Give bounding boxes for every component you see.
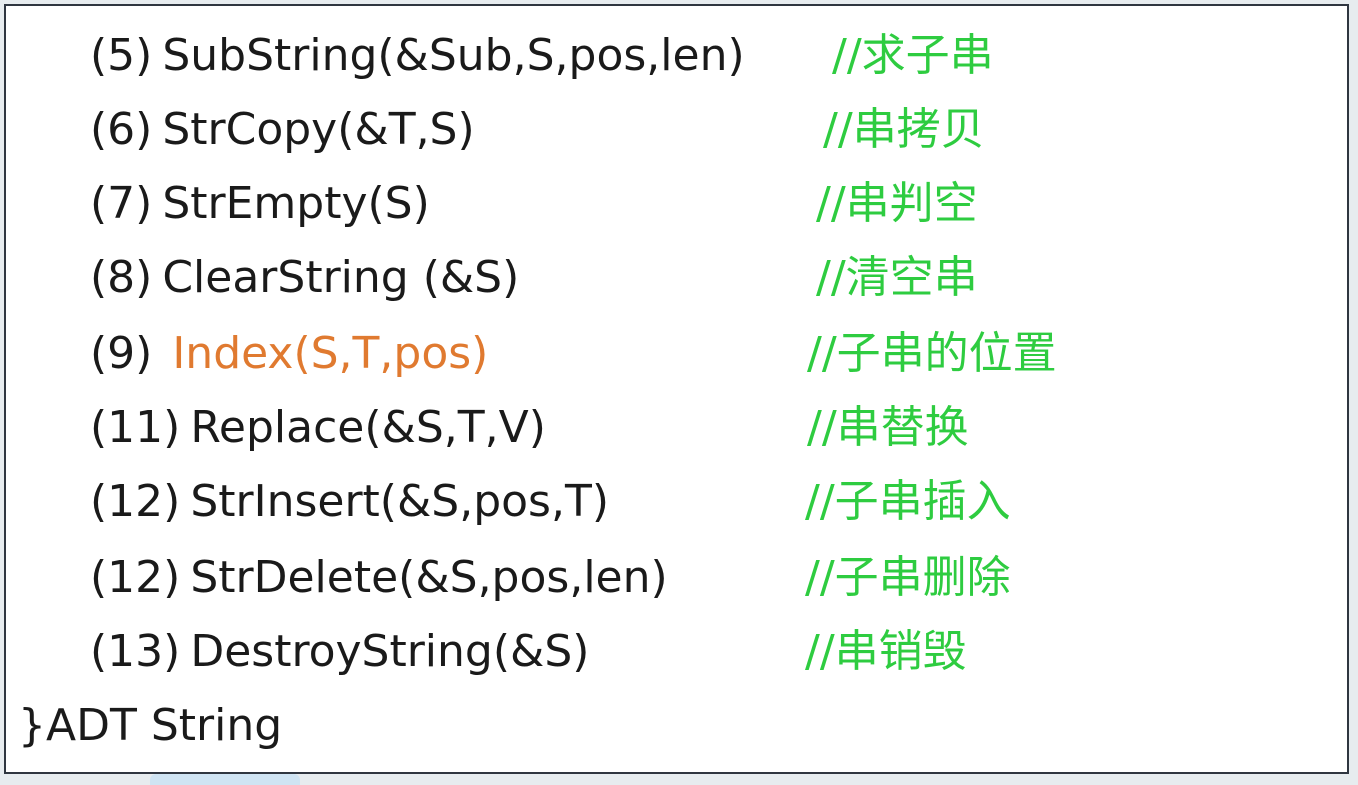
- operation-comment: //串替换: [807, 402, 969, 453]
- operation-number: (12): [90, 476, 181, 527]
- operation-line-index: (9) Index(S,T,pos): [90, 324, 488, 384]
- operation-signature: ClearString (&S): [162, 252, 520, 303]
- operation-comment: //串销毁: [805, 626, 967, 677]
- operation-comment: //子串的位置: [807, 328, 1057, 379]
- operation-line-destroystring: (13) DestroyString(&S): [90, 622, 589, 682]
- operation-number: (11): [90, 402, 181, 453]
- operation-line-substring: (5) SubString(&Sub,S,pos,len): [90, 26, 745, 86]
- operation-number: (12): [90, 552, 181, 603]
- code-slide: (5) SubString(&Sub,S,pos,len) //求子串 (6) St…: [4, 4, 1349, 774]
- operation-comment: //串拷贝: [823, 104, 985, 155]
- operation-line-strdelete: (12) StrDelete(&S,pos,len): [90, 548, 668, 608]
- operation-signature: StrDelete(&S,pos,len): [190, 552, 668, 603]
- operation-number: (8): [90, 252, 153, 303]
- operation-signature: StrEmpty(S): [162, 178, 430, 229]
- operation-comment: //清空串: [816, 252, 978, 303]
- bottom-decoration: [150, 774, 300, 785]
- operation-comment: //求子串: [832, 30, 994, 81]
- operation-number: (13): [90, 626, 181, 677]
- operation-comment: //子串删除: [805, 552, 1011, 603]
- operation-number: (9): [90, 328, 153, 379]
- adt-closing-line: }ADT String: [18, 700, 283, 751]
- operation-signature: DestroyString(&S): [190, 626, 590, 677]
- operation-line-replace: (11) Replace(&S,T,V): [90, 398, 546, 458]
- operation-line-strcopy: (6) StrCopy(&T,S): [90, 100, 475, 160]
- operation-signature: StrCopy(&T,S): [162, 104, 475, 155]
- operation-number: (7): [90, 178, 153, 229]
- operation-signature: SubString(&Sub,S,pos,len): [162, 30, 745, 81]
- operation-signature-highlighted: Index(S,T,pos): [172, 328, 489, 379]
- operation-comment: //串判空: [816, 178, 978, 229]
- operation-line-strempty: (7) StrEmpty(S): [90, 174, 430, 234]
- operation-number: (5): [90, 30, 153, 81]
- operation-signature: Replace(&S,T,V): [190, 402, 546, 453]
- operation-number: (6): [90, 104, 153, 155]
- operation-comment: //子串插入: [805, 476, 1011, 527]
- operation-line-clearstring: (8) ClearString (&S): [90, 248, 519, 308]
- operation-signature: StrInsert(&S,pos,T): [190, 476, 609, 527]
- operation-line-strinsert: (12) StrInsert(&S,pos,T): [90, 472, 609, 532]
